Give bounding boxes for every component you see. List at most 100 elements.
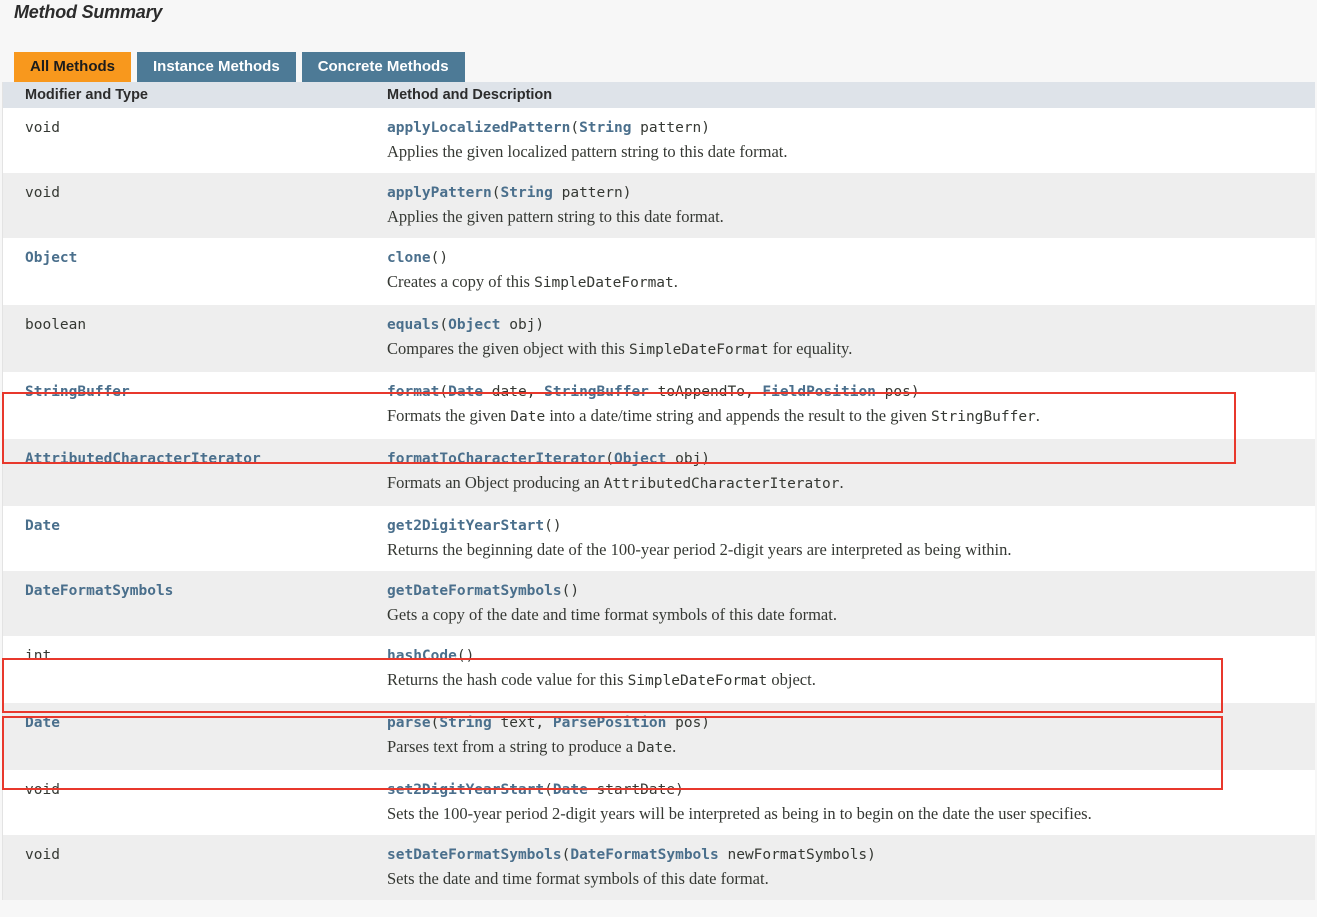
cell-method-and-description: equals(Object obj) Compares the given obj…	[381, 305, 1315, 372]
method-signature: set2DigitYearStart(Date startDate)	[387, 779, 1305, 801]
signature-text: ()	[431, 250, 448, 266]
method-summary-table: Modifier and Type Method and Description…	[2, 82, 1315, 900]
method-name-link[interactable]: getDateFormatSymbols	[387, 583, 562, 599]
description-text: Sets the 100-year period 2-digit years w…	[387, 804, 1092, 823]
param-type-link[interactable]: String	[579, 120, 631, 136]
method-signature: format(Date date, StringBuffer toAppendT…	[387, 381, 1305, 403]
signature-text: pattern)	[553, 185, 632, 201]
method-description: Returns the beginning date of the 100-ye…	[387, 538, 1305, 561]
param-type-link[interactable]: Date	[448, 384, 483, 400]
method-name-link[interactable]: hashCode	[387, 648, 457, 664]
signature-text: ()	[457, 648, 474, 664]
table-row: boolean equals(Object obj) Compares the gi…	[3, 305, 1315, 372]
param-type-link[interactable]: String	[501, 185, 553, 201]
method-name-link[interactable]: parse	[387, 715, 431, 731]
type-link[interactable]: DateFormatSymbols	[25, 583, 173, 599]
type-text: void	[25, 782, 60, 798]
type-link[interactable]: StringBuffer	[25, 384, 130, 400]
method-name-link[interactable]: set2DigitYearStart	[387, 782, 544, 798]
description-text: Formats an Object producing an	[387, 473, 604, 492]
param-type-link[interactable]: Date	[553, 782, 588, 798]
method-name-link[interactable]: setDateFormatSymbols	[387, 847, 562, 863]
column-header-modifier-and-type: Modifier and Type	[3, 82, 381, 108]
type-link[interactable]: Date	[25, 715, 60, 731]
method-signature: setDateFormatSymbols(DateFormatSymbols n…	[387, 844, 1305, 866]
table-row: StringBufferformat(Date date, StringBuff…	[3, 372, 1315, 439]
method-description: Formats the given Date into a date/time …	[387, 404, 1305, 429]
cell-method-and-description: format(Date date, StringBuffer toAppendT…	[381, 372, 1315, 439]
description-text: .	[839, 473, 843, 492]
signature-text: (	[570, 120, 579, 136]
method-name-link[interactable]: applyLocalizedPattern	[387, 120, 570, 136]
inline-code: SimpleDateFormat	[534, 275, 674, 291]
tab-instance-methods[interactable]: Instance Methods	[137, 52, 296, 82]
type-text: void	[25, 185, 60, 201]
cell-method-and-description: getDateFormatSymbols()Gets a copy of the…	[381, 571, 1315, 636]
method-signature: applyLocalizedPattern(String pattern)	[387, 117, 1305, 139]
type-link[interactable]: Date	[25, 518, 60, 534]
table-row: void set2DigitYearStart(Date startDate) Se…	[3, 770, 1315, 835]
type-link[interactable]: Object	[25, 250, 77, 266]
signature-text: ()	[544, 518, 561, 534]
param-type-link[interactable]: DateFormatSymbols	[570, 847, 718, 863]
table-row: Dateget2DigitYearStart()Returns the begi…	[3, 506, 1315, 571]
table-row: voidapplyPattern(String pattern)Applies …	[3, 173, 1315, 238]
signature-text: obj)	[501, 317, 545, 333]
method-name-link[interactable]: equals	[387, 317, 439, 333]
inline-code: Date	[510, 409, 545, 425]
cell-modifier-and-type: Object	[3, 238, 381, 305]
method-description: Applies the given pattern string to this…	[387, 205, 1305, 228]
signature-text: (	[439, 317, 448, 333]
method-signature: clone()	[387, 247, 1305, 269]
table-header-row: Modifier and Type Method and Description	[3, 82, 1315, 108]
cell-modifier-and-type: void	[3, 108, 381, 173]
param-type-link[interactable]: StringBuffer	[544, 384, 649, 400]
tab-all-methods[interactable]: All Methods	[14, 52, 131, 82]
method-name-link[interactable]: format	[387, 384, 439, 400]
method-description: Returns the hash code value for this Sim…	[387, 668, 1305, 693]
cell-method-and-description: set2DigitYearStart(Date startDate) Sets t…	[381, 770, 1315, 835]
cell-modifier-and-type: StringBuffer	[3, 372, 381, 439]
cell-method-and-description: hashCode() Returns the hash code value fo…	[381, 636, 1315, 703]
description-text: .	[674, 272, 678, 291]
cell-method-and-description: formatToCharacterIterator(Object obj)For…	[381, 439, 1315, 506]
method-description: Sets the date and time format symbols of…	[387, 867, 1305, 890]
description-text: Creates a copy of this	[387, 272, 534, 291]
table-row: AttributedCharacterIteratorformatToChara…	[3, 439, 1315, 506]
method-description: Applies the given localized pattern stri…	[387, 140, 1305, 163]
method-name-link[interactable]: formatToCharacterIterator	[387, 451, 605, 467]
signature-text: text,	[492, 715, 553, 731]
method-name-link[interactable]: clone	[387, 250, 431, 266]
description-text: into a date/time string and appends the …	[545, 406, 931, 425]
param-type-link[interactable]: Object	[448, 317, 500, 333]
description-text: Parses text from a string to produce a	[387, 737, 637, 756]
cell-modifier-and-type: void	[3, 835, 381, 900]
method-name-link[interactable]: applyPattern	[387, 185, 492, 201]
cell-method-and-description: get2DigitYearStart()Returns the beginnin…	[381, 506, 1315, 571]
description-text: Returns the hash code value for this	[387, 670, 628, 689]
description-text: Compares the given object with this	[387, 339, 629, 358]
method-description: Gets a copy of the date and time format …	[387, 603, 1305, 626]
method-description: Formats an Object producing an Attribute…	[387, 471, 1305, 496]
type-text: int	[25, 648, 51, 664]
param-type-link[interactable]: ParsePosition	[553, 715, 667, 731]
tab-concrete-methods[interactable]: Concrete Methods	[302, 52, 465, 82]
method-signature: get2DigitYearStart()	[387, 515, 1305, 537]
param-type-link[interactable]: String	[439, 715, 491, 731]
signature-text: (	[544, 782, 553, 798]
cell-method-and-description: setDateFormatSymbols(DateFormatSymbols n…	[381, 835, 1315, 900]
description-text: Sets the date and time format symbols of…	[387, 869, 769, 888]
description-text: Applies the given pattern string to this…	[387, 207, 724, 226]
type-link[interactable]: AttributedCharacterIterator	[25, 451, 261, 467]
type-text: boolean	[25, 317, 86, 333]
table-row: DateFormatSymbols getDateFormatSymbols()G…	[3, 571, 1315, 636]
inline-code: Date	[637, 740, 672, 756]
table-row: void setDateFormatSymbols(DateFormatSymbo…	[3, 835, 1315, 900]
inline-code: AttributedCharacterIterator	[604, 476, 840, 492]
cell-modifier-and-type: boolean	[3, 305, 381, 372]
method-name-link[interactable]: get2DigitYearStart	[387, 518, 544, 534]
cell-modifier-and-type: int	[3, 636, 381, 703]
param-type-link[interactable]: Object	[614, 451, 666, 467]
param-type-link[interactable]: FieldPosition	[762, 384, 876, 400]
table-row: void applyLocalizedPattern(String pattern…	[3, 108, 1315, 173]
